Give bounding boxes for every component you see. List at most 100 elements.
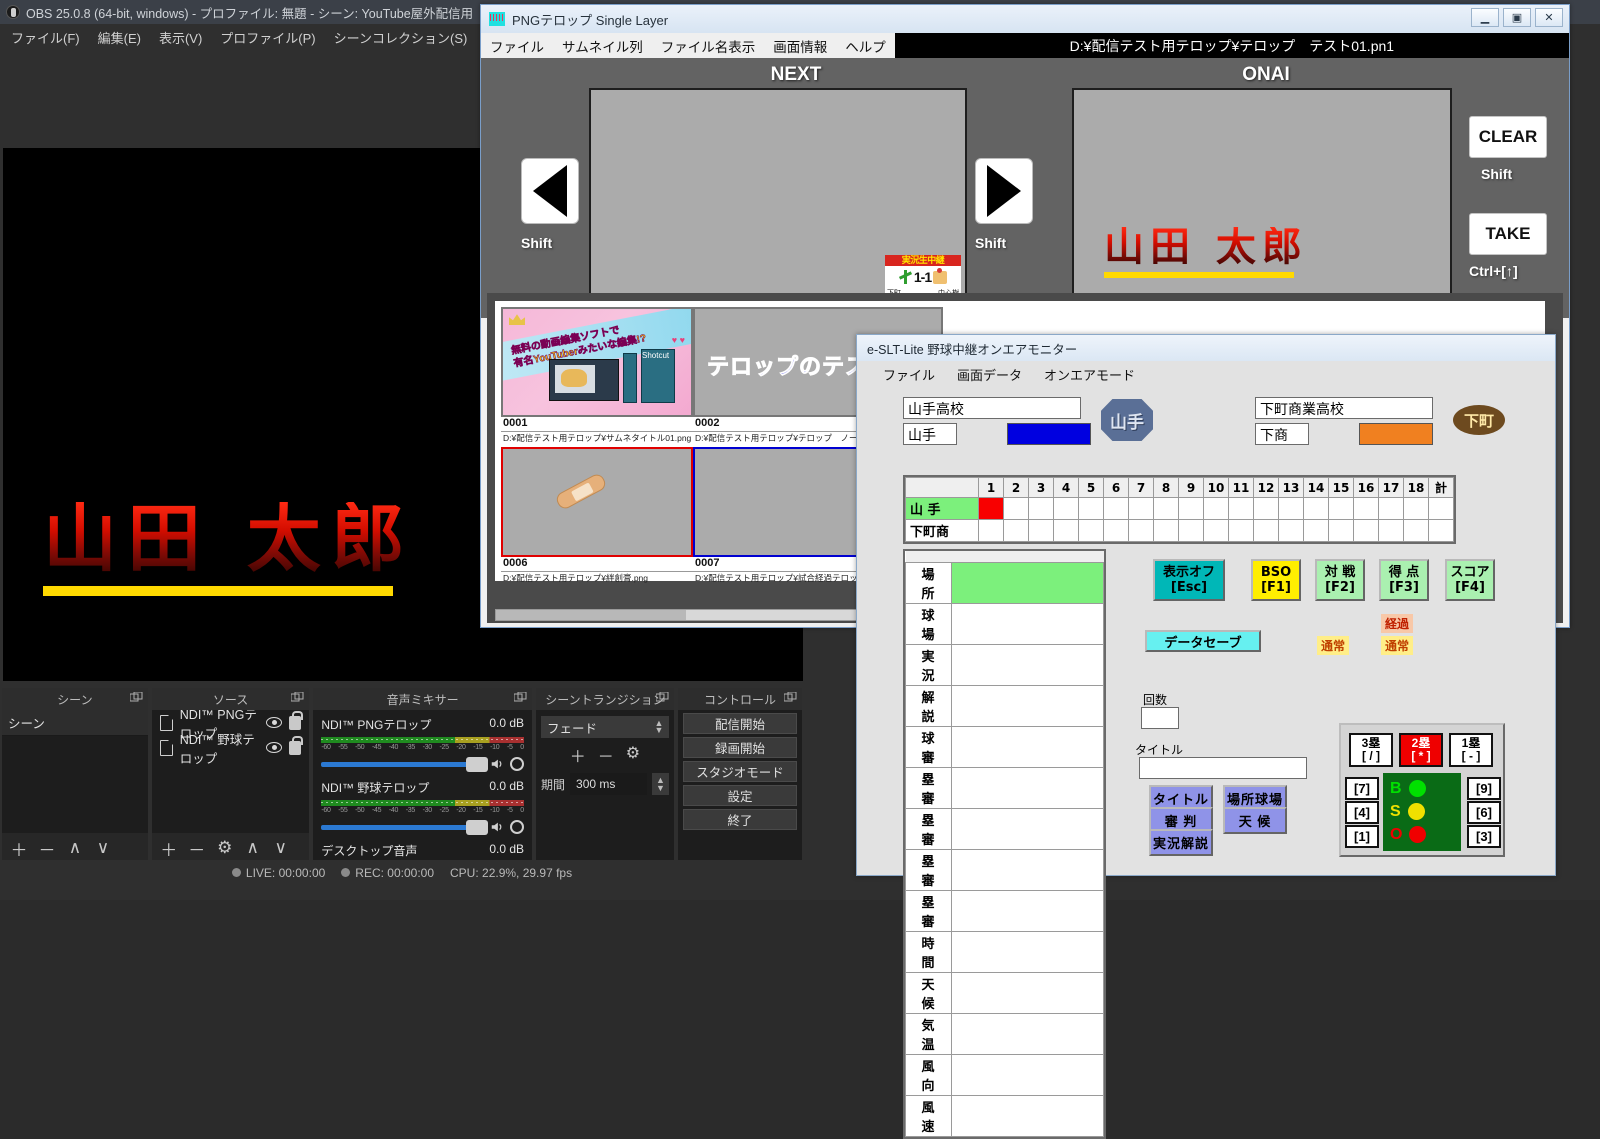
info-value[interactable] — [951, 1012, 1104, 1055]
inning-cell[interactable] — [1053, 497, 1079, 520]
inning-cell[interactable] — [1253, 519, 1279, 542]
take-button[interactable]: TAKE — [1469, 213, 1547, 255]
home-team-color-swatch[interactable] — [1007, 423, 1091, 445]
inning-cell[interactable] — [1328, 497, 1354, 520]
data-save-button[interactable]: データセーブ — [1145, 630, 1261, 652]
info-value[interactable] — [951, 602, 1104, 645]
strike-indicator-icon[interactable] — [1407, 803, 1425, 820]
inning-cell[interactable] — [1103, 497, 1129, 520]
keypad-9-button[interactable]: [9] — [1467, 777, 1501, 800]
lock-icon[interactable] — [289, 735, 303, 755]
eslt-menu-file[interactable]: ファイル — [883, 365, 935, 384]
next-preview[interactable]: 実況生中継 1-1 下町 中心樹 — [589, 88, 967, 304]
inning-cell[interactable] — [1303, 497, 1329, 520]
previous-telop-button[interactable] — [521, 158, 579, 224]
inning-cell[interactable] — [1028, 519, 1054, 542]
matchup-button[interactable]: 対 戦 [F2] — [1315, 559, 1365, 601]
inning-cell[interactable] — [1278, 497, 1304, 520]
move-scene-up-button[interactable]: ∧ — [62, 836, 88, 860]
thumbnail-cell[interactable]: 無料の動画編集ソフトで 有名YouTuberみたいな編集!? Shotcut ♥ … — [501, 307, 693, 447]
undock-icon[interactable] — [514, 692, 527, 703]
score-point-button[interactable]: 得 点 [F3] — [1379, 559, 1429, 601]
keypad-7-button[interactable]: [7] — [1345, 777, 1379, 800]
inning-cell[interactable] — [1153, 519, 1179, 542]
channel-gear-icon[interactable] — [510, 820, 525, 834]
inning-cell[interactable] — [1228, 497, 1254, 520]
png-menu-screen-info[interactable]: 画面情報 — [764, 33, 836, 59]
scoreboard-team-name[interactable]: 下町商 — [905, 519, 979, 542]
remove-source-button[interactable]: － — [184, 836, 210, 860]
inning-cell[interactable] — [1178, 497, 1204, 520]
count-input[interactable] — [1141, 707, 1179, 729]
obs-menu-scene-collection[interactable]: シーンコレクション(S) — [325, 25, 477, 50]
away-team-short-input[interactable]: 下商 — [1255, 423, 1309, 445]
speaker-icon[interactable] — [490, 820, 504, 834]
info-value[interactable] — [951, 889, 1104, 932]
inning-cell[interactable] — [1153, 497, 1179, 520]
scene-list-item[interactable]: シーン — [2, 710, 148, 736]
png-menu-file[interactable]: ファイル — [481, 33, 553, 59]
keypad-3-button[interactable]: [3] — [1467, 825, 1501, 848]
source-properties-gear-icon[interactable]: ⚙ — [212, 836, 238, 860]
display-off-button[interactable]: 表示オフ [Esc] — [1153, 559, 1225, 601]
info-value[interactable] — [951, 807, 1104, 850]
obs-menu-profile[interactable]: プロファイル(P) — [211, 25, 324, 50]
keypad-6-button[interactable]: [6] — [1467, 801, 1501, 824]
away-team-full-input[interactable]: 下町商業高校 — [1255, 397, 1433, 419]
inning-cell[interactable] — [1128, 497, 1154, 520]
info-value[interactable] — [951, 971, 1104, 1014]
inning-cell[interactable] — [1378, 497, 1404, 520]
base-second-button[interactable]: 2塁 [ * ] — [1399, 733, 1443, 767]
onair-preview[interactable]: 山田 太郎 — [1072, 88, 1452, 304]
inning-cell[interactable] — [1053, 519, 1079, 542]
info-value[interactable] — [951, 684, 1104, 727]
close-button[interactable]: ✕ — [1535, 8, 1563, 27]
inning-cell[interactable] — [1403, 519, 1429, 542]
info-value[interactable] — [951, 643, 1104, 686]
png-menu-thumbnail-columns[interactable]: サムネイル列 — [553, 33, 652, 59]
inning-cell[interactable] — [1278, 519, 1304, 542]
inning-cell[interactable] — [1228, 519, 1254, 542]
undock-icon[interactable] — [129, 692, 143, 703]
add-scene-button[interactable]: ＋ — [6, 836, 32, 860]
channel-gear-icon[interactable] — [510, 757, 525, 771]
visibility-eye-icon[interactable] — [266, 717, 283, 728]
thumbnail-image[interactable]: 無料の動画編集ソフトで 有名YouTuberみたいな編集!? Shotcut ♥ … — [501, 307, 693, 417]
transition-select[interactable]: フェード — [541, 716, 649, 738]
inning-cell[interactable] — [1328, 519, 1354, 542]
weather-button[interactable]: 天 候 — [1223, 807, 1287, 834]
commentary-button[interactable]: 実況解説 — [1149, 829, 1213, 856]
thumbnail-image[interactable] — [501, 447, 693, 557]
bso-button[interactable]: BSO [F1] — [1251, 559, 1301, 601]
info-value[interactable] — [951, 561, 1104, 604]
scoreboard-button[interactable]: スコア [F4] — [1445, 559, 1495, 601]
next-telop-button[interactable] — [975, 158, 1033, 224]
dock-mixer-body[interactable]: NDI™ PNGテロップ 0.0 dB -60 -55 -50 -45 -40 -35 -30… — [313, 710, 533, 863]
info-value[interactable] — [951, 848, 1104, 891]
remove-transition-button[interactable]: － — [598, 743, 614, 767]
eslt-menu-onair-mode[interactable]: オンエアモード — [1044, 365, 1135, 384]
move-source-up-button[interactable]: ∧ — [240, 836, 266, 860]
inning-cell[interactable] — [1403, 497, 1429, 520]
transition-select-stepper[interactable]: ▲ ▼ — [648, 716, 669, 738]
start-recording-button[interactable]: 録画開始 — [682, 737, 797, 758]
ball-indicator-icon[interactable] — [1408, 780, 1426, 797]
eslt-menu-screen-data[interactable]: 画面データ — [957, 365, 1022, 384]
move-source-down-button[interactable]: ∨ — [268, 836, 294, 860]
away-team-color-swatch[interactable] — [1359, 423, 1433, 445]
move-scene-down-button[interactable]: ∨ — [90, 836, 116, 860]
base-third-button[interactable]: 3塁 [ / ] — [1349, 733, 1393, 767]
home-team-short-input[interactable]: 山手 — [903, 423, 957, 445]
inning-cell[interactable] — [1103, 519, 1129, 542]
source-list-item[interactable]: NDI™ 野球テロップ — [152, 733, 310, 766]
inning-cell[interactable] — [1203, 519, 1229, 542]
add-source-button[interactable]: ＋ — [156, 836, 182, 860]
remove-scene-button[interactable]: － — [34, 836, 60, 860]
volume-slider[interactable] — [321, 819, 489, 835]
home-team-full-input[interactable]: 山手高校 — [903, 397, 1081, 419]
undock-icon[interactable] — [291, 692, 304, 703]
keypad-4-button[interactable]: [4] — [1345, 801, 1379, 824]
info-value[interactable] — [951, 930, 1104, 973]
obs-menu-view[interactable]: 表示(V) — [150, 25, 211, 50]
info-value[interactable] — [951, 1094, 1104, 1137]
